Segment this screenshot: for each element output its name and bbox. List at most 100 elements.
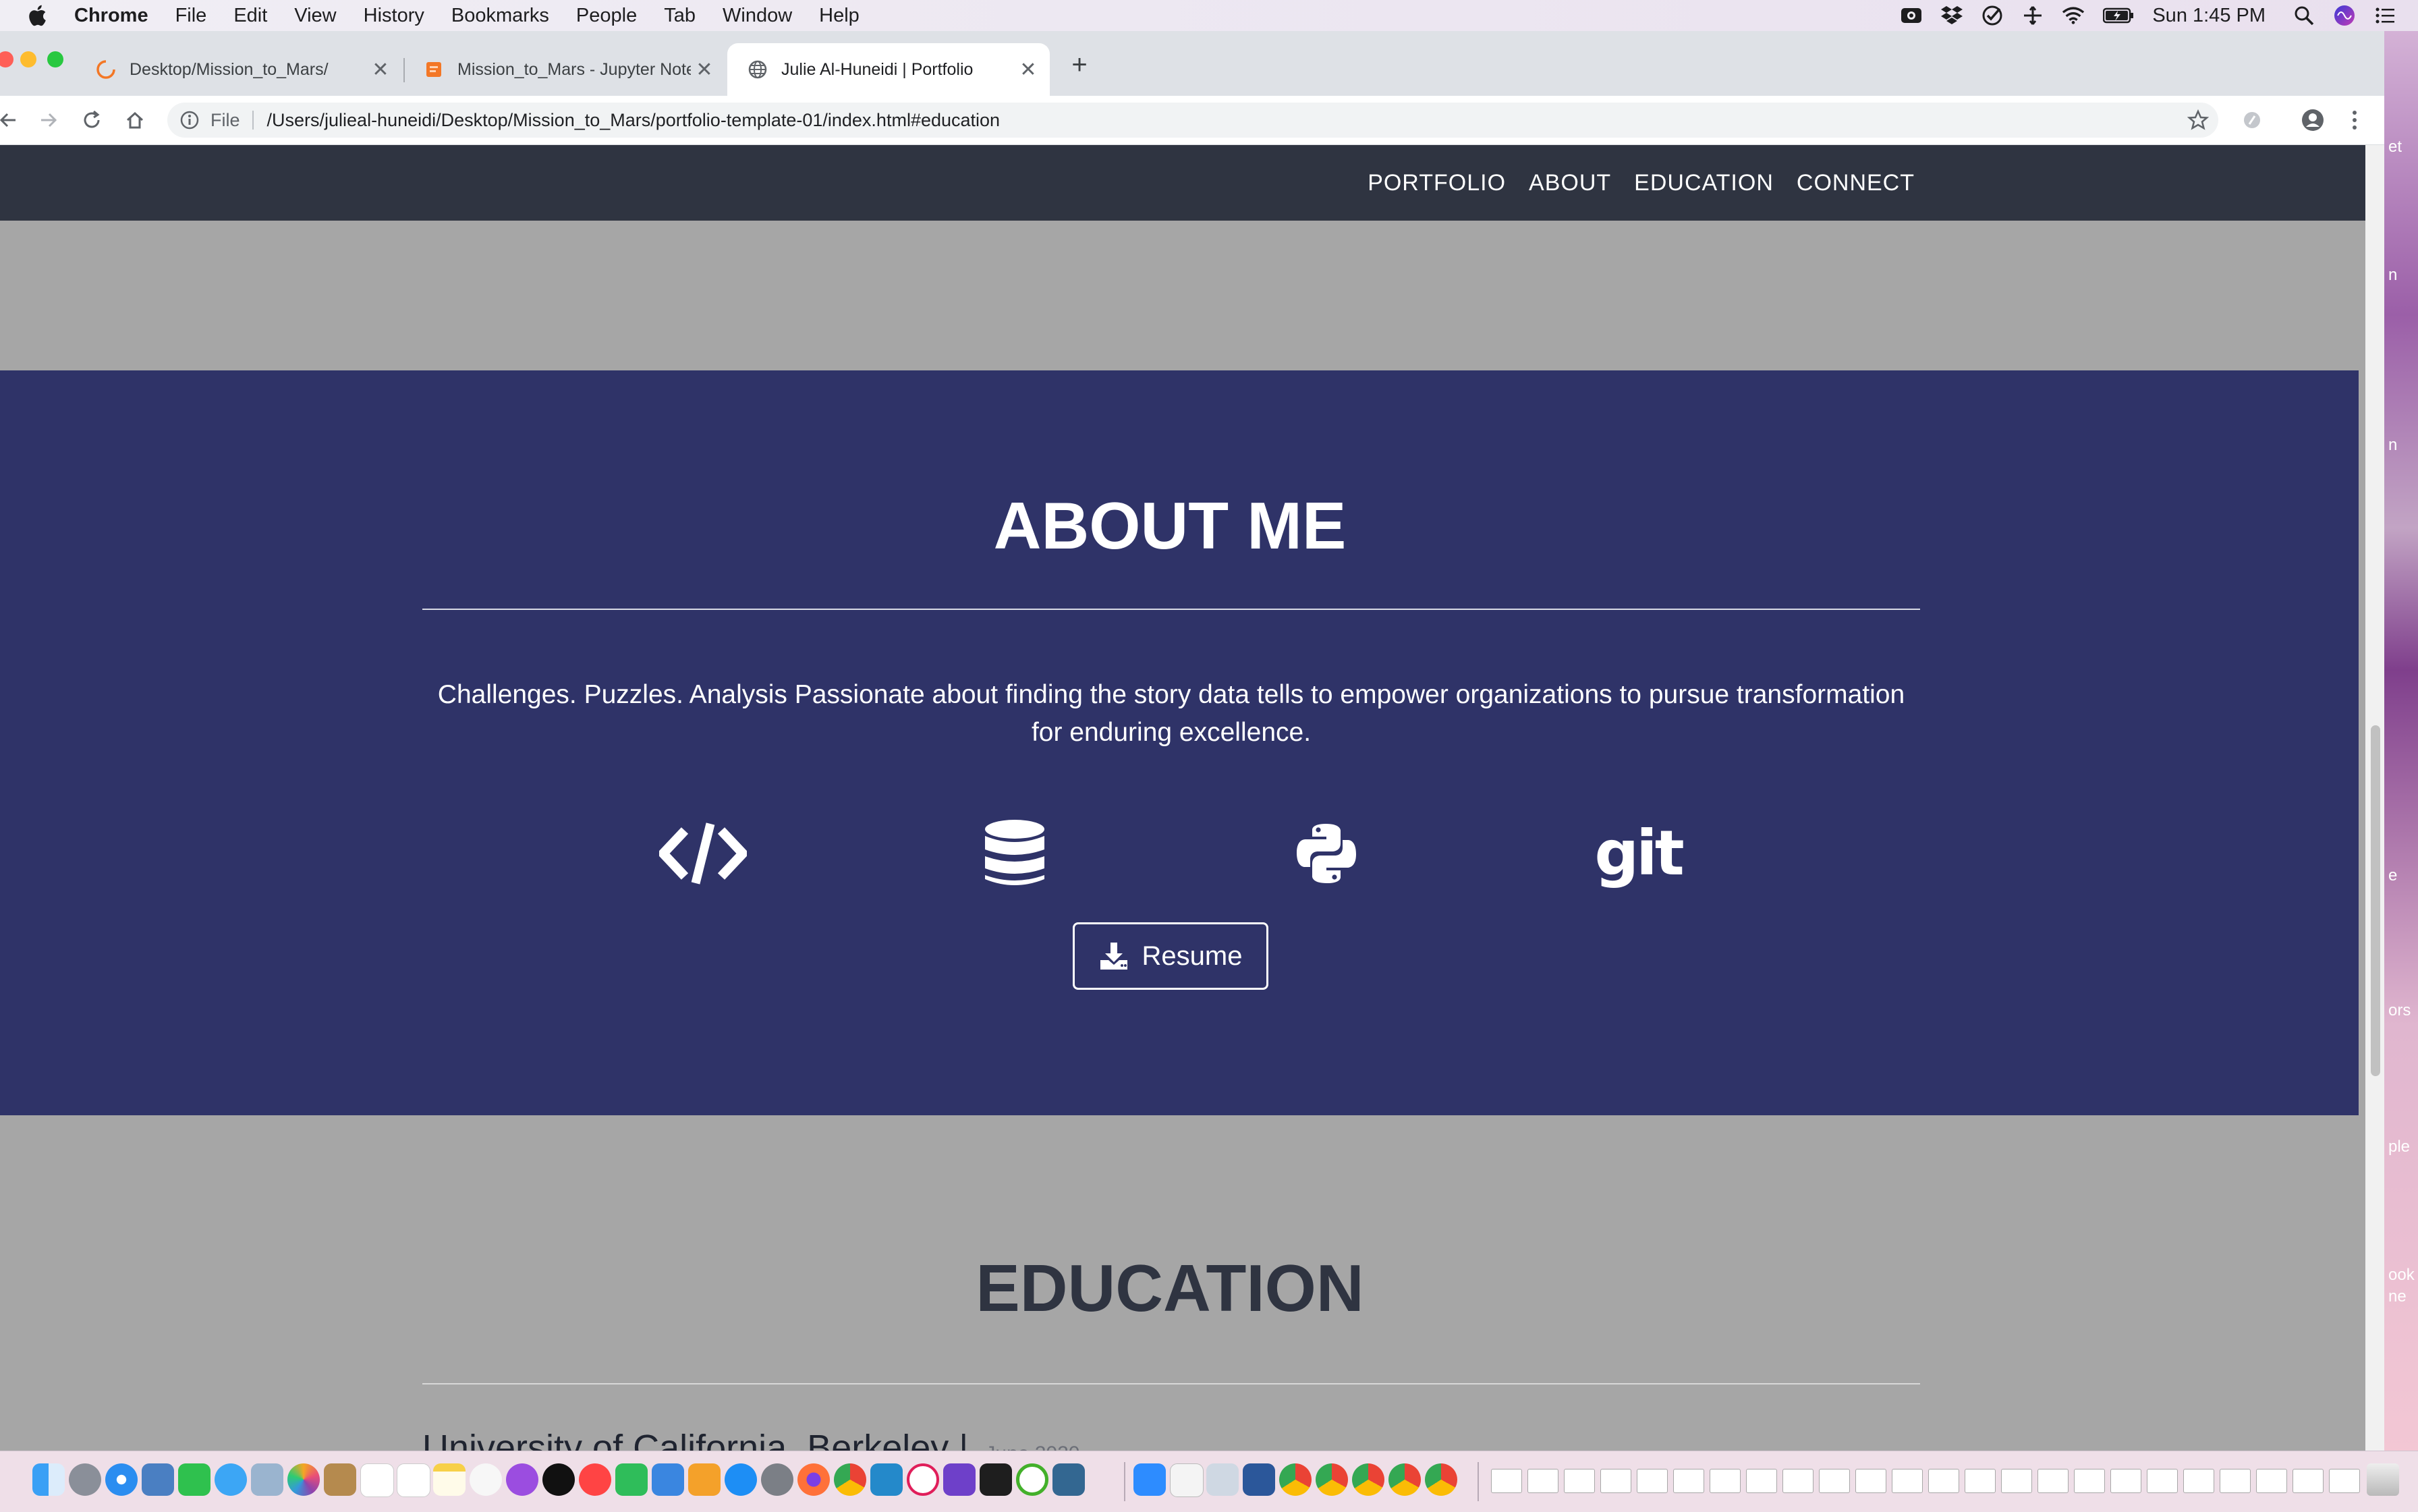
minimized-window-thumbnail[interactable]	[2293, 1469, 2324, 1493]
tab-close-icon[interactable]: ✕	[691, 56, 718, 83]
new-tab-button[interactable]: +	[1065, 50, 1094, 80]
dropbox-icon[interactable]	[1940, 4, 1963, 27]
minimized-window-thumbnail[interactable]	[2110, 1469, 2141, 1493]
photos-icon[interactable]	[287, 1463, 320, 1496]
chrome-window-5-icon[interactable]	[1425, 1463, 1457, 1496]
tab-desktop-mission-to-mars[interactable]: Desktop/Mission_to_Mars/ ✕	[76, 43, 402, 96]
firefox-icon[interactable]	[797, 1463, 830, 1496]
textedit-icon[interactable]	[1170, 1463, 1204, 1497]
anaconda-icon[interactable]	[1016, 1463, 1048, 1496]
profile-button[interactable]	[2298, 105, 2328, 135]
zoom-icon[interactable]	[1133, 1463, 1166, 1496]
chrome-menu-button[interactable]	[2340, 105, 2369, 135]
chrome-window-2-icon[interactable]	[1316, 1463, 1348, 1496]
home-button[interactable]	[120, 105, 150, 135]
notebook-app-icon[interactable]	[324, 1463, 356, 1496]
desktop-item-label[interactable]: ors	[2388, 1001, 2411, 1020]
tab-close-icon[interactable]: ✕	[1015, 56, 1042, 83]
minimized-window-thumbnail[interactable]	[2183, 1469, 2214, 1493]
desktop-item-label[interactable]: n	[2388, 436, 2397, 455]
pages-icon[interactable]	[688, 1463, 721, 1496]
camera-icon[interactable]	[1900, 4, 1923, 27]
preview-icon[interactable]	[142, 1463, 174, 1496]
minimized-window-thumbnail[interactable]	[1491, 1469, 1522, 1493]
minimized-window-thumbnail[interactable]	[1892, 1469, 1923, 1493]
word-icon[interactable]	[1243, 1463, 1275, 1496]
slack-icon[interactable]	[907, 1463, 939, 1496]
minimized-window-thumbnail[interactable]	[1637, 1469, 1668, 1493]
siri-icon[interactable]	[2333, 4, 2356, 27]
menu-view[interactable]: View	[294, 5, 336, 27]
checkmark-circle-icon[interactable]	[1981, 4, 2004, 27]
scrollbar-thumb[interactable]	[2371, 725, 2380, 1076]
bookmark-star-button[interactable]	[2183, 105, 2213, 135]
desktop-item-label[interactable]: et	[2388, 138, 2402, 157]
desktop-item-label[interactable]: ple	[2388, 1138, 2410, 1156]
image-capture-icon[interactable]	[251, 1463, 283, 1496]
menubar-clock[interactable]: Sun 1:45 PM	[2152, 5, 2266, 27]
minimized-window-thumbnail[interactable]	[2329, 1469, 2360, 1493]
nav-link-about[interactable]: ABOUT	[1529, 170, 1611, 196]
move-arrows-icon[interactable]	[2021, 4, 2044, 27]
system-preferences-icon[interactable]	[761, 1463, 793, 1496]
calendar-icon[interactable]	[360, 1463, 394, 1497]
notes-icon[interactable]	[433, 1463, 466, 1496]
wifi-icon[interactable]	[2062, 4, 2085, 27]
desktop-item-label[interactable]: ook	[2388, 1266, 2415, 1285]
postgres-icon[interactable]	[1052, 1463, 1085, 1496]
trash-icon[interactable]	[2367, 1463, 2399, 1496]
battery-icon[interactable]	[2102, 4, 2135, 27]
minimized-window-thumbnail[interactable]	[2220, 1469, 2251, 1493]
window-zoom-button[interactable]	[47, 51, 63, 67]
minimized-window-thumbnail[interactable]	[2037, 1469, 2069, 1493]
keynote-icon[interactable]	[652, 1463, 684, 1496]
menu-tab[interactable]: Tab	[664, 5, 696, 27]
numbers-icon[interactable]	[615, 1463, 648, 1496]
music-icon[interactable]	[470, 1463, 502, 1496]
tab-close-icon[interactable]: ✕	[367, 56, 394, 83]
minimized-window-thumbnail[interactable]	[1819, 1469, 1850, 1493]
notification-center-icon[interactable]	[2373, 4, 2396, 27]
desktop-item-label[interactable]: n	[2388, 266, 2397, 285]
menu-bookmarks[interactable]: Bookmarks	[451, 5, 549, 27]
nav-link-connect[interactable]: CONNECT	[1797, 170, 1915, 196]
vscode-icon[interactable]	[870, 1463, 903, 1496]
menu-history[interactable]: History	[364, 5, 424, 27]
tab-portfolio[interactable]: Julie Al-Huneidi | Portfolio ✕	[727, 43, 1050, 96]
launchpad-icon[interactable]	[69, 1463, 101, 1496]
messages-icon[interactable]	[215, 1463, 247, 1496]
apple-tv-icon[interactable]	[542, 1463, 575, 1496]
tab-jupyter-notebook[interactable]: Mission_to_Mars - Jupyter Noteb ✕	[403, 43, 726, 96]
resume-download-button[interactable]: Resume	[1073, 922, 1268, 990]
news-icon[interactable]	[579, 1463, 611, 1496]
minimized-window-thumbnail[interactable]	[1928, 1469, 1959, 1493]
address-bar[interactable]: File /Users/julieal-huneidi/Desktop/Miss…	[167, 103, 2218, 138]
minimized-window-thumbnail[interactable]	[1855, 1469, 1886, 1493]
minimized-window-thumbnail[interactable]	[1965, 1469, 1996, 1493]
menu-app-chrome[interactable]: Chrome	[74, 5, 148, 27]
minimized-window-thumbnail[interactable]	[2001, 1469, 2032, 1493]
github-desktop-icon[interactable]	[943, 1463, 976, 1496]
finder-icon[interactable]	[32, 1463, 65, 1496]
facetime-icon[interactable]	[178, 1463, 210, 1496]
spotlight-search-icon[interactable]	[2293, 4, 2315, 27]
chrome-window-4-icon[interactable]	[1388, 1463, 1421, 1496]
app-store-icon[interactable]	[725, 1463, 757, 1496]
nav-link-portfolio[interactable]: PORTFOLIO	[1368, 170, 1506, 196]
minimized-window-thumbnail[interactable]	[1673, 1469, 1704, 1493]
back-button[interactable]	[0, 105, 23, 135]
terminal-icon[interactable]	[980, 1463, 1012, 1496]
minimized-window-thumbnail[interactable]	[1527, 1469, 1558, 1493]
window-minimize-button[interactable]	[20, 51, 36, 67]
nav-link-education[interactable]: EDUCATION	[1634, 170, 1774, 196]
safari-icon[interactable]	[105, 1463, 138, 1496]
menu-file[interactable]: File	[175, 5, 207, 27]
minimized-window-thumbnail[interactable]	[1600, 1469, 1631, 1493]
minimized-window-thumbnail[interactable]	[1746, 1469, 1777, 1493]
script-editor-icon[interactable]	[1206, 1463, 1239, 1496]
chrome-window-1-icon[interactable]	[1279, 1463, 1312, 1496]
minimized-window-thumbnail[interactable]	[1710, 1469, 1741, 1493]
podcasts-icon[interactable]	[506, 1463, 538, 1496]
minimized-window-thumbnail[interactable]	[1564, 1469, 1595, 1493]
menu-people[interactable]: People	[576, 5, 637, 27]
